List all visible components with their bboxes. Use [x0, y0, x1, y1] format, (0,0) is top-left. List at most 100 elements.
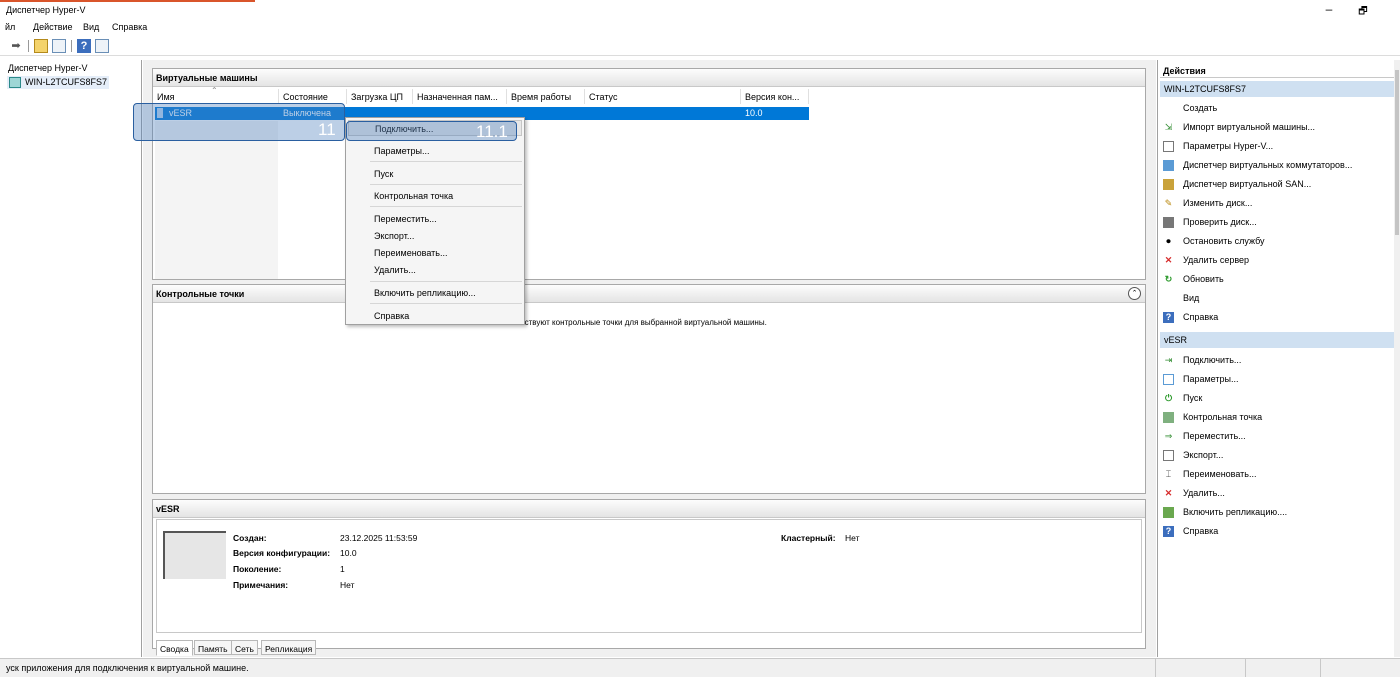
action-refresh[interactable]: Обновить: [1183, 274, 1224, 284]
console-tree-icon[interactable]: [52, 39, 66, 53]
tree-root[interactable]: Диспетчер Hyper-V: [8, 63, 88, 73]
tree-server-node[interactable]: WIN-L2TCUFS8FS7: [7, 76, 110, 89]
window-title: Диспетчер Hyper-V: [6, 5, 86, 15]
action-edit-disk[interactable]: Изменить диск...: [1183, 198, 1252, 208]
actions-scrollbar[interactable]: [1394, 60, 1400, 657]
menu-separator: [370, 303, 522, 304]
action-vm-checkpoint[interactable]: Контрольная точка: [1183, 412, 1262, 422]
name-column-fill: [155, 121, 278, 279]
annotation-label-row: 11: [318, 120, 336, 139]
help-icon[interactable]: ?: [77, 39, 91, 53]
status-text: уск приложения для подключения к виртуал…: [6, 663, 249, 673]
actions-title: Действия: [1160, 62, 1396, 78]
minimize-button[interactable]: –: [1314, 2, 1344, 16]
action-new[interactable]: Создать: [1183, 103, 1217, 113]
tab-replication[interactable]: Репликация: [261, 640, 317, 655]
title-accent: [0, 0, 255, 2]
action-vm-rename[interactable]: Переименовать...: [1183, 469, 1256, 479]
menu-item-settings[interactable]: Параметры...: [348, 143, 522, 159]
actions-pane: Действия WIN-L2TCUFS8FS7 Создать ⇲ Импор…: [1157, 60, 1400, 657]
action-vm-export[interactable]: Экспорт...: [1183, 450, 1223, 460]
actions-vm-group[interactable]: vESR: [1160, 332, 1396, 348]
toolbar-separator: [71, 40, 72, 52]
action-stop-service[interactable]: Остановить службу: [1183, 236, 1265, 246]
back-icon[interactable]: ➡: [9, 39, 23, 53]
action-vm-settings[interactable]: Параметры...: [1183, 374, 1238, 384]
menu-item-start[interactable]: Пуск: [348, 166, 522, 182]
action-remove-server[interactable]: Удалить сервер: [1183, 255, 1249, 265]
vm-pane: Виртуальные машины Имя ⌃ Состояние Загру…: [152, 68, 1146, 280]
menu-item-delete[interactable]: Удалить...: [348, 262, 522, 278]
menu-item-checkpoint[interactable]: Контрольная точка: [348, 188, 522, 204]
col-version[interactable]: Версия кон...: [741, 89, 809, 104]
menu-item-help[interactable]: Справка: [348, 308, 522, 324]
collapse-up-icon[interactable]: ⌃: [1128, 287, 1141, 300]
delete-icon: ✕: [1164, 488, 1173, 498]
import-icon: ⇲: [1164, 122, 1173, 132]
col-uptime[interactable]: Время работы: [507, 89, 585, 104]
menu-help[interactable]: Справка: [112, 22, 147, 32]
action-switch-manager[interactable]: Диспетчер виртуальных коммутаторов...: [1183, 160, 1352, 170]
san-manager-icon: [1163, 179, 1174, 190]
menu-separator: [370, 161, 522, 162]
col-cpu[interactable]: Загрузка ЦП: [347, 89, 413, 104]
start-icon: ⏻: [1164, 393, 1173, 403]
action-san-manager[interactable]: Диспетчер виртуальной SAN...: [1183, 179, 1311, 189]
refresh-icon: ↻: [1164, 274, 1173, 284]
action-vm-help[interactable]: Справка: [1183, 526, 1218, 536]
menu-file[interactable]: йл: [5, 22, 15, 32]
action-view[interactable]: Вид: [1183, 293, 1199, 303]
main-area: Виртуальные машины Имя ⌃ Состояние Загру…: [143, 60, 1156, 657]
col-state[interactable]: Состояние: [279, 89, 347, 104]
menu-view[interactable]: Вид: [83, 22, 99, 32]
restore-button[interactable]: 🗗: [1348, 4, 1378, 21]
action-vm-delete[interactable]: Удалить...: [1183, 488, 1225, 498]
inspect-disk-icon: [1163, 217, 1174, 228]
menu-separator: [370, 281, 522, 282]
actions-server-group[interactable]: WIN-L2TCUFS8FS7: [1160, 81, 1396, 97]
status-divider: [1245, 659, 1246, 677]
tab-network[interactable]: Сеть: [231, 640, 258, 655]
checkpoint-icon: [1163, 412, 1174, 423]
clustered-value: Нет: [845, 533, 860, 543]
menu-item-rename[interactable]: Переименовать...: [348, 245, 522, 261]
tab-memory[interactable]: Память: [194, 640, 232, 655]
checkpoints-pane: Контрольные точки ⌃ тствуют контрольные …: [152, 284, 1146, 494]
help-icon: ?: [1163, 312, 1174, 323]
action-vm-connect[interactable]: Подключить...: [1183, 355, 1241, 365]
tab-summary[interactable]: Сводка: [156, 640, 193, 656]
created-value: 23.12.2025 11:53:59: [340, 533, 418, 543]
col-memory[interactable]: Назначенная пам...: [413, 89, 507, 104]
clustered-label: Кластерный:: [781, 533, 836, 543]
rename-icon: ⌶: [1165, 469, 1172, 479]
menu-item-move[interactable]: Переместить...: [348, 211, 522, 227]
annotation-box-menu-item: 11.1: [346, 121, 517, 141]
action-vm-move[interactable]: Переместить...: [1183, 431, 1246, 441]
details-body: Создан: 23.12.2025 11:53:59 Версия конфи…: [156, 519, 1142, 633]
col-status[interactable]: Статус: [585, 89, 741, 104]
action-pane-icon[interactable]: [95, 39, 109, 53]
vm-thumbnail: [163, 531, 226, 579]
action-hyperv-settings[interactable]: Параметры Hyper-V...: [1183, 141, 1273, 151]
action-inspect-disk[interactable]: Проверить диск...: [1183, 217, 1257, 227]
menu-action[interactable]: Действие: [33, 22, 73, 32]
action-import-vm[interactable]: Импорт виртуальной машины...: [1183, 122, 1315, 132]
menu-item-export[interactable]: Экспорт...: [348, 228, 522, 244]
action-vm-start[interactable]: Пуск: [1183, 393, 1202, 403]
title-bar: Диспетчер Hyper-V – 🗗: [0, 0, 1400, 20]
toolbar-separator: [28, 40, 29, 52]
created-label: Создан:: [233, 533, 267, 543]
checkpoints-empty-message: тствуют контрольные точки для выбранной …: [521, 318, 767, 327]
context-menu: Подключить... Параметры... Пуск Контроль…: [345, 117, 525, 325]
tree-server-label: WIN-L2TCUFS8FS7: [25, 77, 108, 87]
sort-arrow-icon: ⌃: [211, 86, 218, 95]
vm-version: 10.0: [745, 108, 763, 118]
status-divider: [1155, 659, 1156, 677]
scrollbar-thumb[interactable]: [1395, 70, 1399, 235]
folder-up-icon[interactable]: [34, 39, 48, 53]
vm-pane-title: Виртуальные машины: [153, 69, 1145, 87]
action-vm-replication[interactable]: Включить репликацию....: [1183, 507, 1287, 517]
menu-item-enable-replication[interactable]: Включить репликацию...: [348, 285, 522, 301]
action-help[interactable]: Справка: [1183, 312, 1218, 322]
move-icon: ⇒: [1164, 431, 1173, 441]
